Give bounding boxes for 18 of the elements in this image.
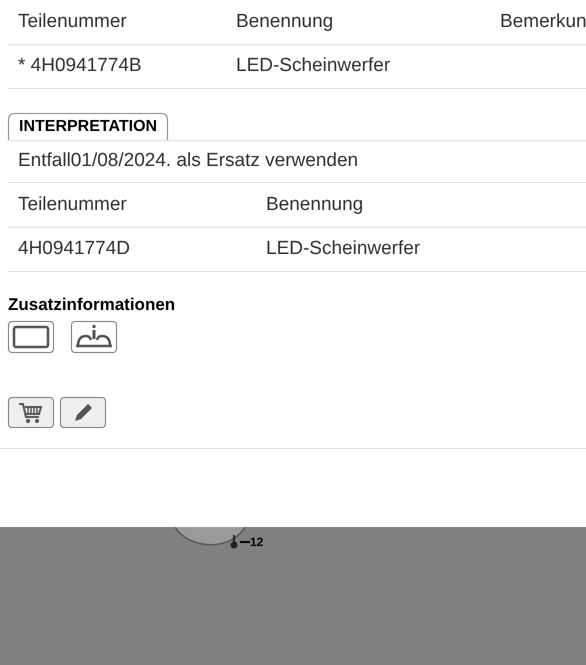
frame-icon[interactable] — [8, 321, 54, 353]
bolt-icon — [229, 535, 239, 549]
column-header: Bemerkun — [500, 10, 586, 34]
section-tab[interactable]: INTERPRETATION — [8, 113, 168, 140]
table-cell-text: LED-Scheinwerfer — [266, 237, 420, 262]
pencil-icon[interactable] — [60, 397, 106, 428]
callout-number: 12 — [250, 535, 264, 549]
table-cell-text: 4H0941774D — [17, 237, 131, 262]
column-header: Teilenummer — [17, 10, 128, 34]
section-title: Zusatzinformationen — [8, 294, 176, 316]
column-header: Benennung — [236, 10, 334, 34]
info-icon[interactable] — [71, 321, 117, 353]
table-cell-text: LED-Scheinwerfer — [236, 54, 392, 78]
table-cell-text: * 4H0941774B — [17, 54, 143, 78]
note-text: Entfall01/08/2024. als Ersatz verwenden — [8, 141, 586, 183]
column-header: Teilenummer — [17, 192, 128, 217]
cart-icon[interactable] — [8, 397, 54, 428]
column-header: Benennung — [266, 192, 364, 217]
